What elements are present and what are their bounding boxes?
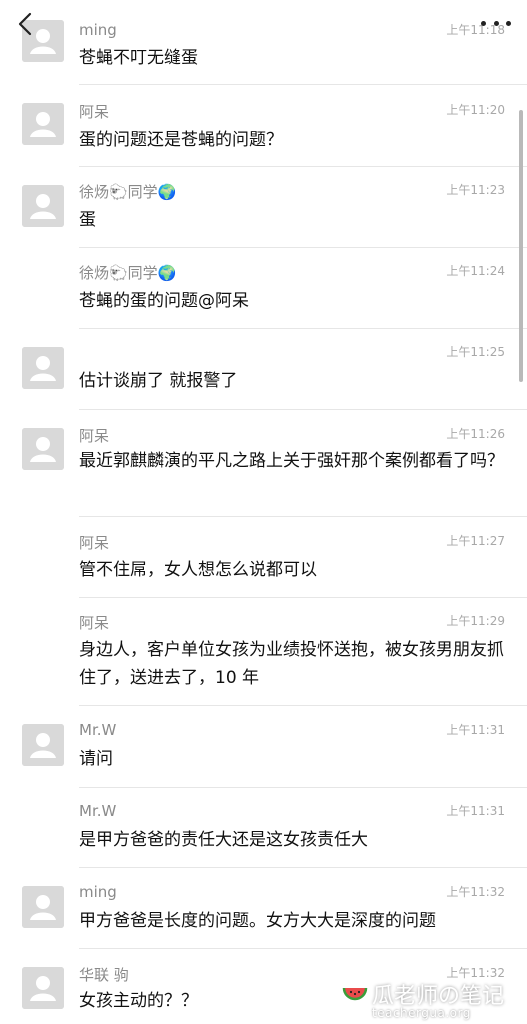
message-time: 上午11:27 xyxy=(446,534,505,548)
message-text[interactable]: 苍蝇不叮无缝蛋 xyxy=(79,44,504,72)
divider xyxy=(79,247,527,248)
message-text[interactable]: 管不住屌，女人想怎么说都可以 xyxy=(79,556,504,584)
message-time: 上午11:23 xyxy=(446,183,505,197)
sender-name: 徐炀🐑同学🌍 xyxy=(79,264,177,282)
chevron-left-icon xyxy=(18,12,32,36)
message-text[interactable]: 估计谈崩了 就报警了 xyxy=(79,367,504,395)
sender-name: Mr.W xyxy=(79,721,117,739)
default-avatar-icon xyxy=(22,185,64,227)
sender-name: Mr.W xyxy=(79,802,117,820)
message-text[interactable]: 请问 xyxy=(79,745,504,773)
message-text[interactable]: 蛋的问题还是苍蝇的问题？ xyxy=(79,126,504,154)
avatar[interactable] xyxy=(22,347,64,389)
more-dot xyxy=(506,20,511,26)
default-avatar-icon xyxy=(22,347,64,389)
sender-name: 华联 驹 xyxy=(79,966,129,984)
more-dot xyxy=(493,20,499,26)
avatar[interactable] xyxy=(22,428,64,470)
divider xyxy=(79,328,527,329)
divider xyxy=(79,166,527,167)
watermark: 瓜老师の笔记 teachergua.org xyxy=(342,978,507,1022)
message-text[interactable]: 身边人，客户单位女孩为业绩投怀送抱，被女孩男朋友抓住了，送进去了，10 年 xyxy=(79,636,504,692)
message-time: 上午11:32 xyxy=(446,885,505,899)
more-button[interactable] xyxy=(481,16,511,30)
divider xyxy=(79,597,527,598)
avatar[interactable] xyxy=(22,185,64,227)
top-bar xyxy=(0,0,527,10)
sender-name: 阿呆 xyxy=(79,427,110,445)
divider xyxy=(79,409,527,410)
message-text[interactable]: 蛋 xyxy=(79,206,504,234)
message-time: 上午11:25 xyxy=(446,345,505,359)
divider xyxy=(79,867,527,868)
default-avatar-icon xyxy=(22,724,64,766)
watermark-url: teachergua.org xyxy=(372,1006,471,1020)
divider xyxy=(79,787,527,788)
divider xyxy=(79,84,527,85)
message-time: 上午11:26 xyxy=(446,427,505,441)
message-text[interactable]: 最近郭麒麟演的平凡之路上关于强奸那个案例都看了吗？ xyxy=(79,447,504,475)
sender-name: 阿呆 xyxy=(79,534,110,552)
message-text[interactable]: 是甲方爸爸的责任大还是这女孩责任大 xyxy=(79,826,504,854)
back-button[interactable] xyxy=(14,10,38,40)
sender-name: ming xyxy=(79,21,117,39)
default-avatar-icon xyxy=(22,967,64,1009)
sender-name: 阿呆 xyxy=(79,614,110,632)
sender-name: 徐炀🐑同学🌍 xyxy=(79,183,177,201)
message-time: 上午11:29 xyxy=(446,614,505,628)
avatar[interactable] xyxy=(22,103,64,145)
scrollbar[interactable] xyxy=(519,110,523,382)
message-text[interactable]: 苍蝇的蛋的问题@阿呆 xyxy=(79,287,504,315)
more-dots-icon xyxy=(481,20,486,26)
divider xyxy=(79,705,527,706)
message-time: 上午11:24 xyxy=(446,264,505,278)
message-time: 上午11:31 xyxy=(446,804,505,818)
default-avatar-icon xyxy=(22,886,64,928)
divider xyxy=(79,516,527,517)
message-time: 上午11:31 xyxy=(446,723,505,737)
message-time: 上午11:20 xyxy=(446,103,505,117)
default-avatar-icon xyxy=(22,103,64,145)
watermelon-icon xyxy=(342,987,368,1001)
avatar[interactable] xyxy=(22,886,64,928)
sender-name: ming xyxy=(79,883,117,901)
avatar[interactable] xyxy=(22,967,64,1009)
message-text[interactable]: 甲方爸爸是长度的问题。女方大大是深度的问题 xyxy=(79,907,504,935)
avatar[interactable] xyxy=(22,724,64,766)
divider xyxy=(79,948,527,949)
default-avatar-icon xyxy=(22,428,64,470)
sender-name: 阿呆 xyxy=(79,103,110,121)
